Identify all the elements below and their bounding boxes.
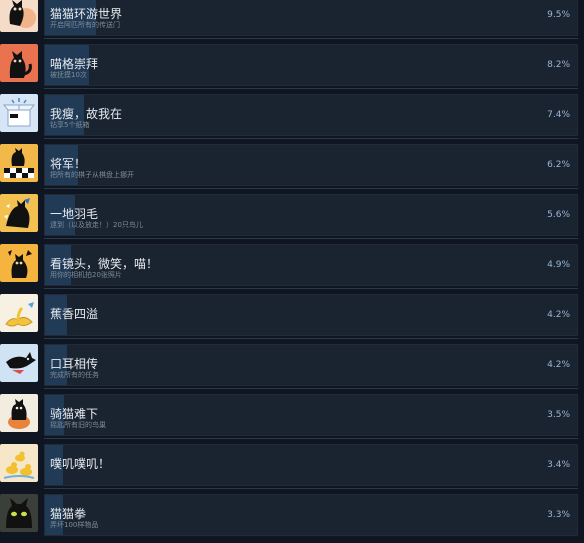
achievement-panel: 口耳相传 完成所有的任务 4.2% — [44, 344, 578, 386]
row-divider — [44, 288, 578, 289]
cat-bird-icon — [0, 194, 38, 232]
achievement-row: 蕉香四溢 4.2% — [0, 294, 584, 339]
row-divider — [44, 438, 578, 439]
achievement-title: 蕉香四溢 — [50, 307, 99, 321]
achievement-row: 骑猫难下 摇匙所有旧的鸟巢 3.5% — [0, 394, 584, 439]
achievement-title: 看镜头，微笑，喵！ — [50, 257, 159, 271]
achievement-panel: 一地羽毛 逮到（以及放走！）20只鸟儿 5.6% — [44, 194, 578, 236]
achievement-row: 一地羽毛 逮到（以及放走！）20只鸟儿 5.6% — [0, 194, 584, 239]
achievement-title: 喵格崇拜 — [50, 57, 99, 71]
row-divider — [44, 338, 578, 339]
achievement-description: 被抚摸10次 — [50, 71, 87, 79]
achievement-percent: 7.4% — [547, 110, 570, 120]
achievement-description: 逮到（以及放走！）20只鸟儿 — [50, 221, 143, 229]
banana-peel-icon — [0, 294, 38, 332]
achievement-panel: 猫猫拳 弄坏100样物品 3.3% — [44, 494, 578, 536]
achievement-description: 把所有的棋子从棋盘上挪开 — [50, 171, 134, 179]
achievement-row: 噗叽噗叽！ 3.4% — [0, 444, 584, 489]
achievement-description: 弄坏100样物品 — [50, 521, 99, 529]
achievement-description: 摇匙所有旧的鸟巢 — [50, 421, 106, 429]
row-divider — [44, 388, 578, 389]
achievement-title: 口耳相传 — [50, 357, 99, 371]
row-divider — [44, 38, 578, 39]
row-divider — [44, 88, 578, 89]
achievement-title: 噗叽噗叽！ — [50, 457, 111, 471]
achievement-panel: 骑猫难下 摇匙所有旧的鸟巢 3.5% — [44, 394, 578, 436]
achievement-row: 猫猫环游世界 开启阿匹所有的传送门 9.5% — [0, 0, 584, 39]
cat-nest-icon — [0, 394, 38, 432]
achievement-description: 用你的相机拍20张照片 — [50, 271, 122, 279]
chess-icon — [0, 144, 38, 182]
achievement-title: 猫猫环游世界 — [50, 7, 123, 21]
achievement-percent: 8.2% — [547, 60, 570, 70]
cat-globe-icon — [0, 0, 38, 32]
achievement-percent: 6.2% — [547, 160, 570, 170]
achievement-row: 猫猫拳 弄坏100样物品 3.3% — [0, 494, 584, 538]
achievement-description: 开启阿匹所有的传送门 — [50, 21, 120, 29]
row-divider — [44, 238, 578, 239]
achievement-percent: 4.2% — [547, 310, 570, 320]
cardboard-box-icon — [0, 94, 38, 132]
row-divider — [44, 488, 578, 489]
achievement-percent: 4.9% — [547, 260, 570, 270]
achievement-percent: 9.5% — [547, 10, 570, 20]
cat-camera-icon — [0, 244, 38, 282]
row-divider — [44, 188, 578, 189]
achievement-title: 骑猫难下 — [50, 407, 99, 421]
achievement-row: 我瘦，故我在 钻享5个纸箱 7.4% — [0, 94, 584, 139]
achievement-title: 猫猫拳 — [50, 507, 87, 521]
achievement-percent: 3.5% — [547, 410, 570, 420]
achievement-row: 看镜头，微笑，喵！ 用你的相机拍20张照片 4.9% — [0, 244, 584, 289]
achievement-panel: 喵格崇拜 被抚摸10次 8.2% — [44, 44, 578, 86]
rubber-ducks-icon — [0, 444, 38, 482]
achievement-row: 口耳相传 完成所有的任务 4.2% — [0, 344, 584, 389]
achievement-description: 完成所有的任务 — [50, 371, 99, 379]
achievement-title: 将军！ — [50, 157, 87, 171]
achievement-title: 我瘦，故我在 — [50, 107, 123, 121]
achievement-row: 将军！ 把所有的棋子从棋盘上挪开 6.2% — [0, 144, 584, 189]
achievement-panel: 蕉香四溢 4.2% — [44, 294, 578, 336]
cat-red-icon — [0, 44, 38, 82]
cat-shadow-icon — [0, 494, 38, 532]
achievement-panel: 看镜头，微笑，喵！ 用你的相机拍20张照片 4.9% — [44, 244, 578, 286]
achievement-percent: 3.4% — [547, 460, 570, 470]
achievement-percent: 4.2% — [547, 360, 570, 370]
achievement-panel: 将军！ 把所有的棋子从棋盘上挪开 6.2% — [44, 144, 578, 186]
achievement-percent: 3.3% — [547, 510, 570, 520]
achievement-panel: 噗叽噗叽！ 3.4% — [44, 444, 578, 486]
achievement-row: 喵格崇拜 被抚摸10次 8.2% — [0, 44, 584, 89]
achievement-percent: 5.6% — [547, 210, 570, 220]
cat-flying-icon — [0, 344, 38, 382]
achievement-panel: 我瘦，故我在 钻享5个纸箱 7.4% — [44, 94, 578, 136]
achievement-description: 钻享5个纸箱 — [50, 121, 90, 129]
achievement-panel: 猫猫环游世界 开启阿匹所有的传送门 9.5% — [44, 0, 578, 36]
row-divider — [44, 138, 578, 139]
achievement-title: 一地羽毛 — [50, 207, 99, 221]
